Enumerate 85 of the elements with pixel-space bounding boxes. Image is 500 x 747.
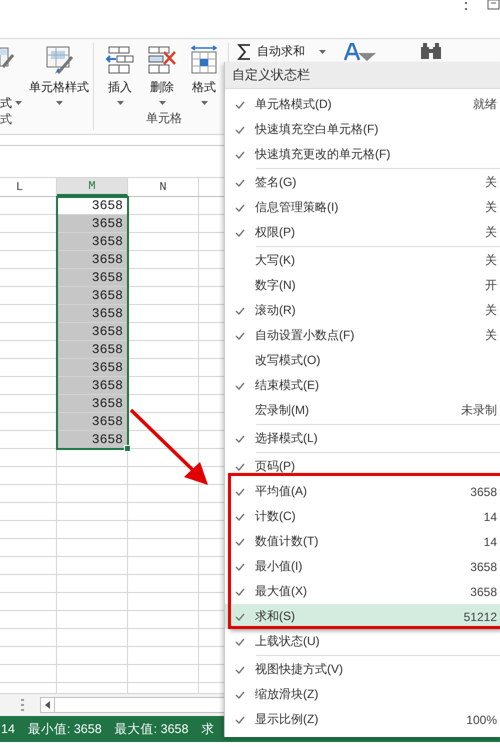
ribbon-button[interactable]: 删除 (142, 43, 182, 110)
table-cell[interactable]: 3658 (57, 251, 128, 268)
menu-item[interactable]: 签名(G) 关 (225, 170, 500, 195)
menu-item[interactable]: 快速填充更改的单元格(F) (225, 142, 500, 167)
table-cell[interactable]: 3658 (57, 305, 128, 322)
table-cell[interactable]: 3658 (57, 215, 128, 232)
menu-title: 自定义状态栏 (225, 62, 500, 89)
menu-item[interactable]: 大写(K) 关 (225, 248, 500, 273)
group-label: 单元格 (146, 110, 182, 127)
check-icon (235, 666, 245, 674)
menu-item[interactable]: 显示比例(Z) 100% (225, 707, 500, 732)
format-cells-icon (189, 45, 219, 75)
ribbon-display-icon[interactable] (487, 0, 500, 12)
menu-item[interactable]: 最小值(I) 3658 (225, 554, 500, 579)
table-cell[interactable]: 3658 (57, 341, 128, 358)
menu-item[interactable]: 上载状态(U) (225, 629, 500, 654)
menu-item[interactable]: 视图快捷方式(V) (225, 657, 500, 682)
check-icon (235, 332, 245, 340)
check-icon (235, 434, 245, 442)
check-icon (235, 588, 245, 596)
menu-item[interactable]: 权限(P) 关 (225, 220, 500, 245)
menu-item[interactable]: 改写模式(O) (225, 348, 500, 373)
sigma-icon (237, 44, 253, 60)
insert-cells-icon (105, 45, 135, 75)
table-cell[interactable]: 3658 (57, 395, 128, 412)
menu-item[interactable]: 宏录制(M) 未录制 (225, 398, 500, 423)
status-text: 最小值: 3658 (28, 720, 102, 738)
grip-icon[interactable] (21, 699, 24, 711)
table-cell[interactable]: 3658 (57, 287, 128, 304)
check-icon (235, 488, 245, 496)
delete-cells-icon (147, 45, 177, 75)
check-icon (235, 100, 245, 108)
check-icon (235, 150, 245, 158)
menu-item[interactable]: 结束模式(E) (225, 373, 500, 398)
table-cell[interactable]: 3658 (57, 359, 128, 376)
cell-style-icon (44, 45, 74, 75)
check-icon (235, 306, 245, 314)
menu-item[interactable]: 单元格模式(D) 就绪 (225, 92, 500, 117)
status-text: 14 (1, 722, 15, 736)
autosum-button[interactable]: 自动求和 (237, 43, 326, 60)
table-cell[interactable]: 3658 (57, 197, 128, 214)
menu-item[interactable]: 快速填充空白单元格(F) (225, 117, 500, 142)
table-cell[interactable]: 3658 (57, 413, 128, 430)
check-icon (235, 126, 245, 134)
check-icon (235, 178, 245, 186)
menu-item[interactable]: 滚动(R) 关 (225, 298, 500, 323)
table-cell[interactable]: 3658 (57, 323, 128, 340)
menu-item[interactable]: 数值计数(T) 14 (225, 529, 500, 554)
menu-item[interactable]: 最大值(X) 3658 (225, 579, 500, 604)
status-text: 最大值: 3658 (114, 720, 188, 738)
table-cell[interactable]: 3658 (57, 377, 128, 394)
menu-item[interactable]: 平均值(A) 3658 (225, 479, 500, 504)
check-icon (235, 204, 245, 212)
ribbon-button[interactable]: 格式 (184, 43, 224, 110)
ribbon-button[interactable]: 式 (0, 43, 22, 111)
menu-item[interactable]: 信息管理策略(I) 关 (225, 195, 500, 220)
menu-item[interactable]: 页码(P) (225, 454, 500, 479)
check-icon (235, 638, 245, 646)
menu-item[interactable]: 数字(N) 开 (225, 273, 500, 298)
menu-item[interactable]: 自动设置小数点(F) 关 (225, 323, 500, 348)
table-cell[interactable]: 3658 (57, 431, 128, 448)
check-icon (235, 538, 245, 546)
check-icon (235, 716, 245, 724)
ribbon-button[interactable]: 单元格样式 (24, 43, 94, 111)
menu-item[interactable]: 计数(C) 14 (225, 504, 500, 529)
menu-item[interactable]: 缩放滑块(Z) (225, 682, 500, 707)
status-text: 求 (201, 720, 214, 738)
column-header[interactable]: M (57, 178, 128, 196)
check-icon (235, 612, 245, 620)
check-icon (235, 562, 245, 570)
table-cell[interactable]: 3658 (57, 269, 128, 286)
group-label: 式 (0, 111, 12, 128)
menu-item[interactable]: 选择模式(L) (225, 426, 500, 451)
check-icon (235, 512, 245, 520)
binoculars-icon[interactable] (418, 43, 444, 59)
ribbon-button[interactable]: 插入 (100, 43, 140, 110)
column-header[interactable]: N (128, 178, 199, 196)
check-icon (235, 462, 245, 470)
triangle-left-icon (45, 701, 50, 709)
table-cell[interactable]: 3658 (57, 233, 128, 250)
check-icon (235, 690, 245, 698)
check-icon (235, 228, 245, 236)
check-icon (235, 382, 245, 390)
sort-filter-icon[interactable] (344, 43, 378, 61)
fill-handle[interactable] (124, 445, 131, 452)
